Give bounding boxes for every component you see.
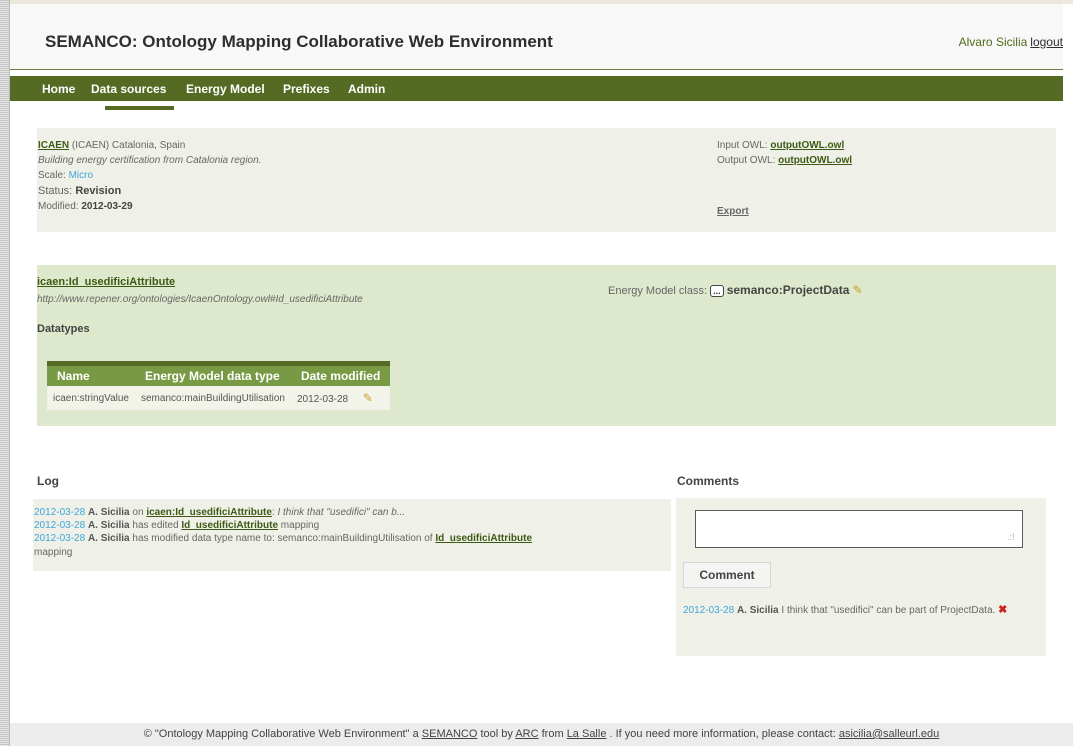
app-title: SEMANCO: Ontology Mapping Collaborative … xyxy=(45,32,553,51)
nav-prefixes[interactable]: Prefixes xyxy=(283,82,330,96)
source-title: ICAEN (ICAEN) Catalonia, Spain xyxy=(38,140,185,151)
window-left-border xyxy=(0,0,10,746)
export-link[interactable]: Export xyxy=(717,206,749,217)
table-header-row: Name Energy Model data type Date modifie… xyxy=(47,363,391,386)
delete-x-icon[interactable]: ✖ xyxy=(998,604,1007,616)
cell-data-type: semanco:mainBuildingUtilisation xyxy=(134,386,291,410)
log-target-link[interactable]: Id_usedificiAttribute xyxy=(181,520,278,531)
scale-link[interactable]: Micro xyxy=(69,170,93,181)
log-target-link[interactable]: icaen:Id_usedificiAttribute xyxy=(146,507,272,518)
output-owl: Output OWL: outputOWL.owl xyxy=(717,155,852,166)
energy-model-value: semanco:ProjectData xyxy=(726,283,850,297)
log-user: A. Sicilia xyxy=(87,507,130,518)
status-value: Revision xyxy=(75,185,122,197)
table-row: icaen:stringValue semanco:mainBuildingUt… xyxy=(47,386,391,410)
nav-home[interactable]: Home xyxy=(42,82,75,96)
comment-text: I think that "usedifici" can be part of … xyxy=(781,605,996,616)
footer-lasalle-link[interactable]: La Salle xyxy=(567,728,607,740)
attribute-panel: icaen:Id_usedificiAttribute http://www.r… xyxy=(37,265,1056,426)
footer-text-1: tool by xyxy=(480,728,513,740)
datatypes-table: Name Energy Model data type Date modifie… xyxy=(47,361,391,410)
status-label: Status: xyxy=(38,185,73,197)
energy-model-class: Energy Model class: ... semanco:ProjectD… xyxy=(608,283,863,297)
comment-date-link[interactable]: 2012-03-28 xyxy=(683,605,734,616)
nav-data-sources[interactable]: Data sources xyxy=(91,82,166,96)
output-owl-label: Output OWL: xyxy=(717,155,776,166)
header-name: Name xyxy=(47,363,135,386)
footer-semanco-link[interactable]: SEMANCO xyxy=(422,728,478,740)
user-area: Alvaro Sicilia logout xyxy=(959,35,1063,49)
header-divider xyxy=(10,69,1063,70)
main-nav: Home Data sources Energy Model Prefixes … xyxy=(10,76,1063,101)
source-scale: Scale: Micro xyxy=(38,170,93,181)
nav-energy-model[interactable]: Energy Model xyxy=(186,82,265,96)
input-owl: Input OWL: outputOWL.owl xyxy=(717,140,844,151)
header-date-modified: Date modified xyxy=(290,363,391,386)
comment-user: A. Sicilia xyxy=(736,605,779,616)
source-modified: Modified: 2012-03-29 xyxy=(38,201,133,212)
source-status: Status: Revision xyxy=(38,185,121,197)
comments-panel: .:! Comment 2012-03-28 A. Sicilia I thin… xyxy=(676,498,1046,656)
input-owl-label: Input OWL: xyxy=(717,140,768,151)
log-entry-wrap: mapping xyxy=(34,547,73,558)
output-owl-link[interactable]: outputOWL.owl xyxy=(778,155,852,166)
energy-model-label: Energy Model class: xyxy=(608,285,708,297)
source-name-link[interactable]: ICAEN xyxy=(38,140,69,151)
footer-arc-link[interactable]: ARC xyxy=(515,728,538,740)
data-source-panel: ICAEN (ICAEN) Catalonia, Spain Building … xyxy=(37,128,1056,232)
log-comment-excerpt: I think that "usedifici" can b... xyxy=(277,507,406,518)
attribute-uri: http://www.repener.org/ontologies/IcaenO… xyxy=(37,294,363,305)
datatypes-title: Datatypes xyxy=(37,323,90,335)
source-qualifier: (ICAEN) Catalonia, Spain xyxy=(71,140,186,151)
modified-label: Modified: xyxy=(38,201,79,212)
active-tab-indicator xyxy=(105,106,174,110)
footer-text-2: from xyxy=(541,728,564,740)
log-date-link[interactable]: 2012-03-28 xyxy=(34,533,85,544)
log-action: has edited xyxy=(132,520,179,531)
cell-name: icaen:stringValue xyxy=(47,386,135,410)
log-target-link[interactable]: Id_usedificiAttribute xyxy=(435,533,532,544)
pencil-icon[interactable]: ✎ xyxy=(363,391,373,405)
log-action: on xyxy=(132,507,144,518)
log-user: A. Sicilia xyxy=(87,520,130,531)
resize-grip-icon[interactable]: .:! xyxy=(1007,532,1043,655)
comment-button[interactable]: Comment xyxy=(683,562,771,588)
comments-title: Comments xyxy=(677,474,740,488)
log-entry: 2012-03-28 A. Sicilia has modified data … xyxy=(34,533,532,544)
input-owl-link[interactable]: outputOWL.owl xyxy=(770,140,844,151)
log-entry: 2012-03-28 A. Sicilia on icaen:Id_usedif… xyxy=(34,507,405,518)
source-description: Building energy certification from Catal… xyxy=(38,155,262,166)
log-date-link[interactable]: 2012-03-28 xyxy=(34,507,85,518)
nav-admin[interactable]: Admin xyxy=(348,82,385,96)
log-entry: 2012-03-28 A. Sicilia has edited Id_used… xyxy=(34,520,319,531)
modified-value: 2012-03-29 xyxy=(81,201,133,212)
footer-email-link[interactable]: asicilia@salleurl.edu xyxy=(839,728,939,740)
comment-entry: 2012-03-28 A. Sicilia I think that "used… xyxy=(683,603,1033,618)
log-date-link[interactable]: 2012-03-28 xyxy=(34,520,85,531)
log-panel: 2012-03-28 A. Sicilia on icaen:Id_usedif… xyxy=(33,499,671,571)
footer-text-3: . If you need more information, please c… xyxy=(609,728,836,740)
logout-link[interactable]: logout xyxy=(1030,35,1063,49)
scale-label: Scale: xyxy=(38,170,66,181)
browse-class-button[interactable]: ... xyxy=(710,285,724,297)
pencil-icon[interactable]: ✎ xyxy=(852,283,862,297)
cell-date-edit: 2012-03-28 ✎ xyxy=(290,386,391,410)
footer-prefix: © "Ontology Mapping Collaborative Web En… xyxy=(143,728,419,740)
attribute-name-link[interactable]: icaen:Id_usedificiAttribute xyxy=(37,276,175,288)
header-energy-model-data-type: Energy Model data type xyxy=(134,363,291,386)
log-action: has modified data type name to: semanco:… xyxy=(132,533,433,544)
comment-textarea[interactable] xyxy=(695,510,1023,548)
page-header: SEMANCO: Ontology Mapping Collaborative … xyxy=(10,4,1063,70)
cell-date: 2012-03-28 xyxy=(296,394,349,405)
log-user: A. Sicilia xyxy=(87,533,130,544)
log-title: Log xyxy=(37,474,59,488)
user-name: Alvaro Sicilia xyxy=(958,35,1028,49)
log-suffix: mapping xyxy=(278,520,320,531)
page-footer: © "Ontology Mapping Collaborative Web En… xyxy=(10,723,1073,746)
